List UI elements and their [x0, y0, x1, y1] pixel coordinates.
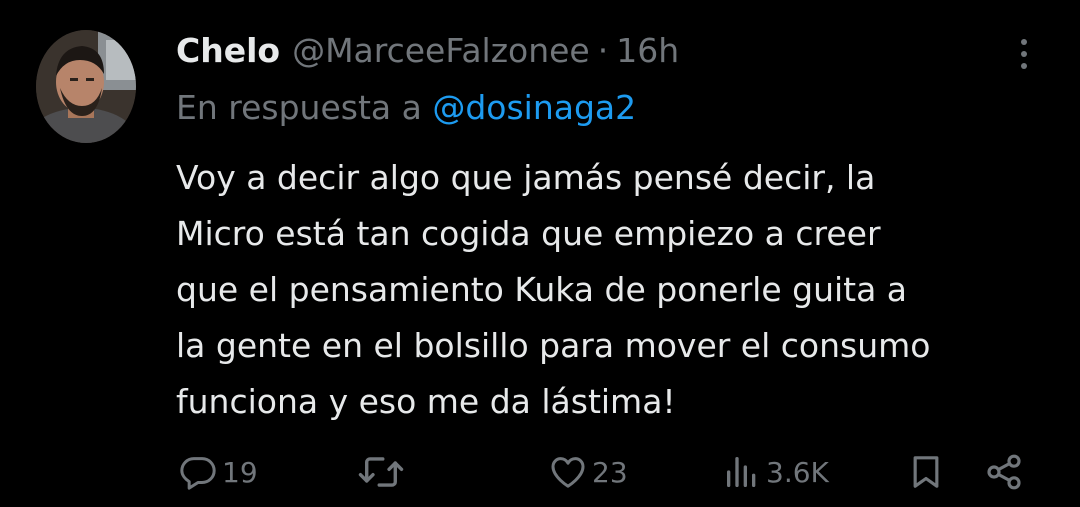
separator-dot: · — [597, 30, 609, 70]
share-icon — [987, 454, 1021, 490]
heart-icon — [551, 457, 585, 488]
views-count: 3.6K — [766, 455, 829, 489]
reply-button[interactable]: 19 — [178, 446, 258, 498]
timestamp[interactable]: 16h — [616, 31, 679, 70]
tweet-text-line: Voy a decir algo que jamás pensé decir, … — [176, 158, 876, 197]
user-handle[interactable]: @MarceeFalzonee — [292, 31, 590, 70]
bookmark-button[interactable] — [906, 446, 946, 498]
like-count: 23 — [592, 455, 628, 489]
more-options-button[interactable] — [1010, 34, 1038, 74]
avatar[interactable] — [36, 30, 136, 143]
tweet-header: Chelo @MarceeFalzonee · 16h — [176, 28, 679, 72]
reply-prefix: En respuesta a — [176, 88, 422, 127]
like-button[interactable]: 23 — [548, 446, 628, 498]
avatar-image — [36, 30, 136, 143]
more-vertical-icon — [1021, 39, 1027, 45]
action-bar: 19 23 3.6K — [0, 446, 1080, 498]
display-name[interactable]: Chelo — [176, 31, 280, 70]
reply-to-handle[interactable]: @dosinaga2 — [432, 88, 636, 127]
views-icon — [727, 457, 756, 487]
share-button[interactable] — [984, 446, 1024, 498]
tweet-text-line: funciona y eso me da lástima! — [176, 382, 676, 421]
bookmark-icon — [913, 456, 939, 488]
retweet-icon — [358, 457, 404, 487]
views-button[interactable]: 3.6K — [722, 446, 829, 498]
reply-context: En respuesta a @dosinaga2 — [176, 88, 636, 127]
reply-count: 19 — [222, 455, 258, 489]
reply-icon — [180, 457, 216, 490]
tweet-text: Voy a decir algo que jamás pensé decir, … — [176, 150, 1056, 430]
tweet-text-line: Micro está tan cogida que empiezo a cree… — [176, 214, 881, 253]
tweet-text-line: la gente en el bolsillo para mover el co… — [176, 326, 931, 365]
tweet-text-line: que el pensamiento Kuka de ponerle guita… — [176, 270, 908, 309]
retweet-button[interactable] — [356, 446, 410, 498]
